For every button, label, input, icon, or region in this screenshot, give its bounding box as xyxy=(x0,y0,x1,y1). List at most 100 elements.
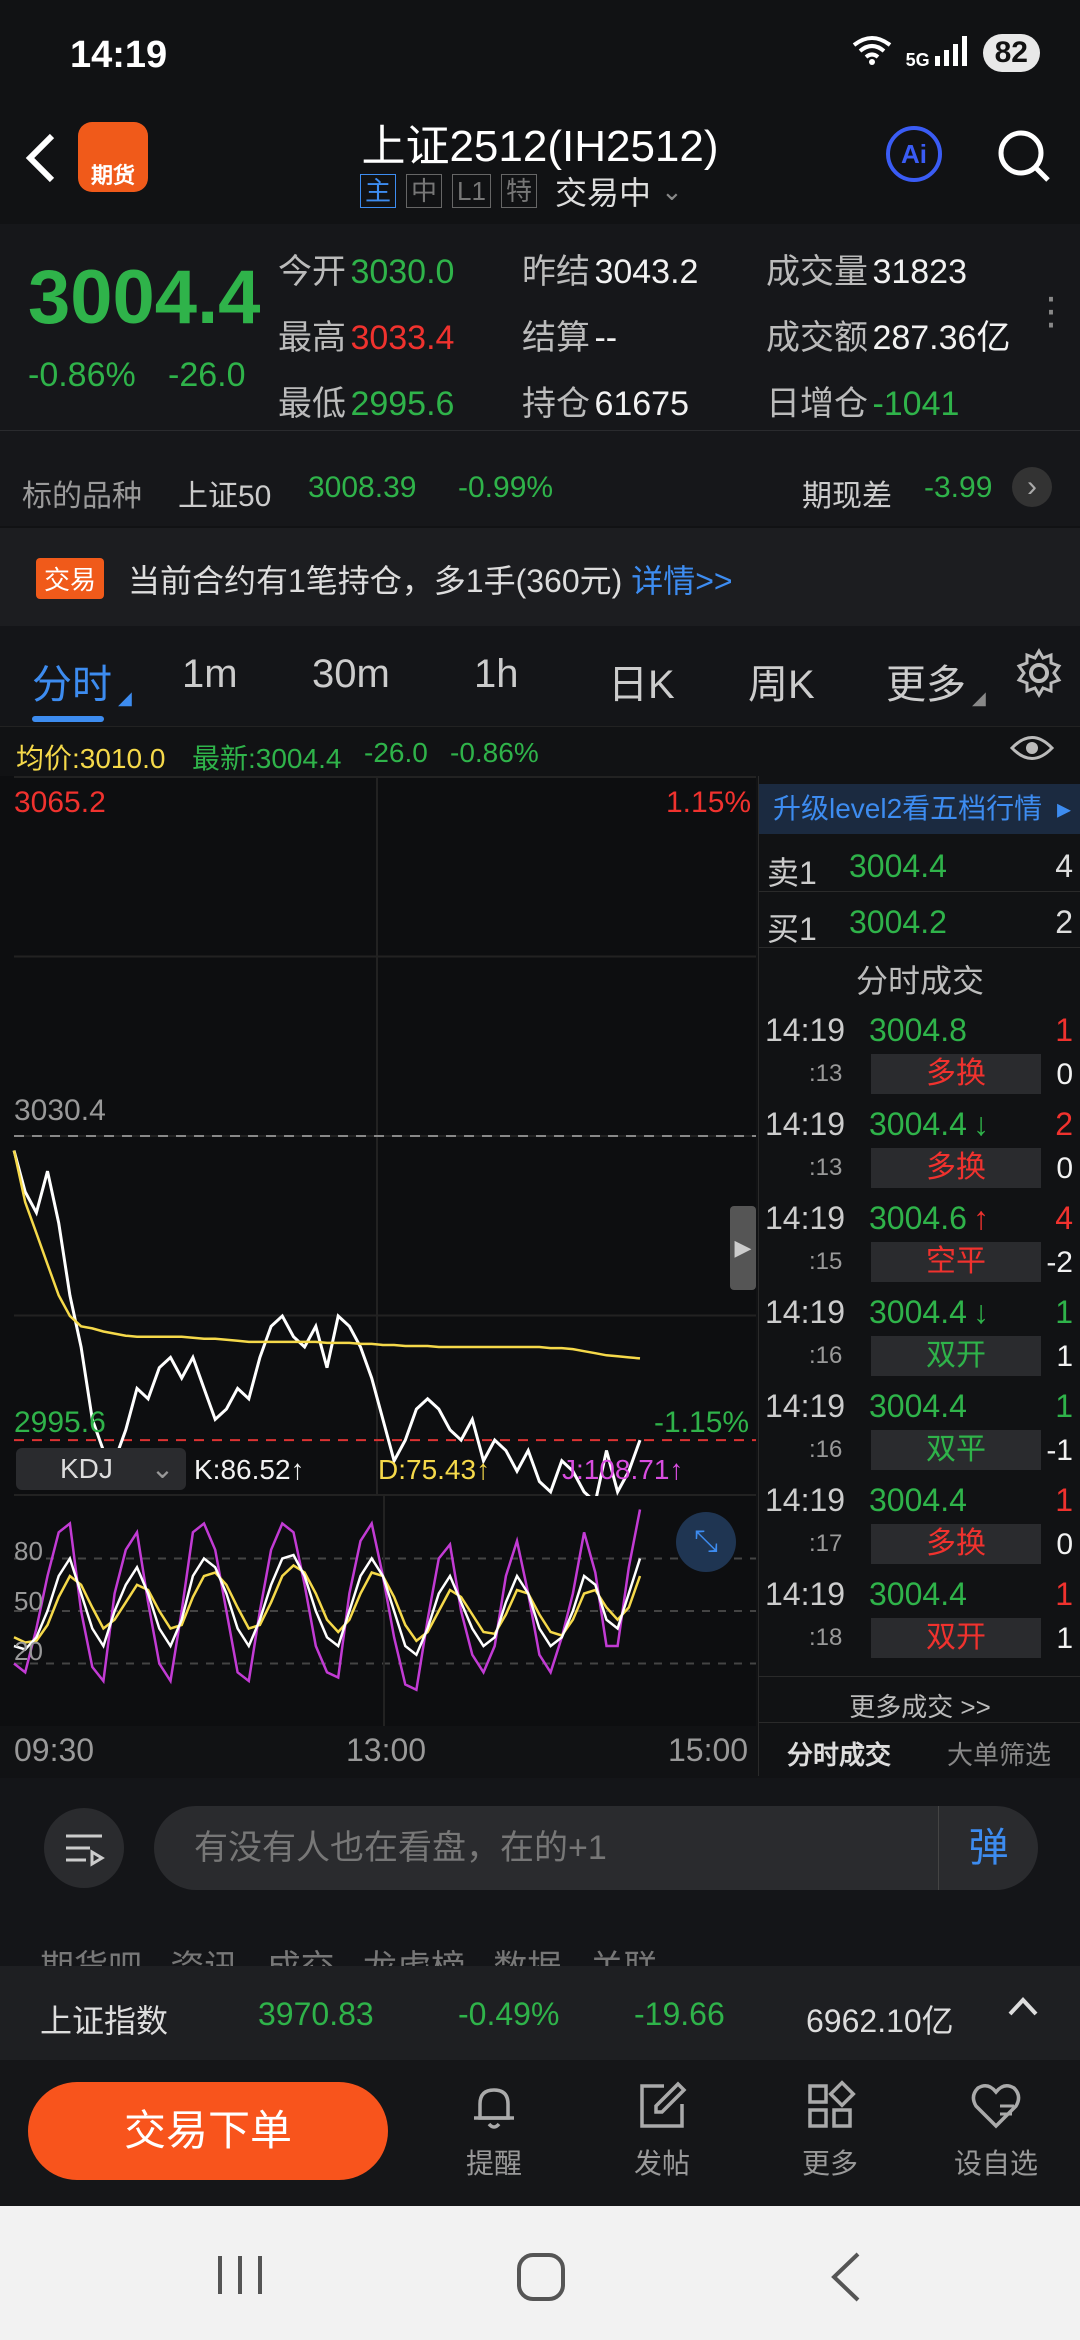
subtabs-peek: 期货吧 资讯 成交 龙虎榜 数据 关联 xyxy=(0,1918,1080,1966)
tick-seconds: :16 xyxy=(809,1342,843,1369)
post-button[interactable]: 发帖 xyxy=(602,2078,722,2182)
low-stat: 最低 2995.6 xyxy=(278,376,454,425)
tab-1h[interactable]: 1h xyxy=(474,652,519,697)
prev-settle-stat: 昨结 3043.2 xyxy=(522,244,698,293)
edit-icon xyxy=(640,2081,687,2128)
index-turnover: 6962.10亿 xyxy=(806,2003,954,2039)
ticks-tabs: 分时成交 大单筛选 xyxy=(759,1722,1080,1776)
kdj-level-80: 80 xyxy=(14,1536,43,1566)
panel-toggle-handle[interactable]: ▶ xyxy=(730,1206,756,1290)
home-icon xyxy=(517,2253,565,2301)
comment-input[interactable]: 有没有人也在看盘，在的+1 xyxy=(154,1806,1038,1890)
battery-indicator: 82 xyxy=(982,34,1040,72)
kdj-svg[interactable] xyxy=(0,1496,756,1726)
tick-row[interactable]: 14:19 3004.8 1:13 多换 0 xyxy=(759,1008,1080,1102)
more-dots-icon[interactable]: ⋮ xyxy=(1032,293,1070,331)
volume-stat: 成交量 31823 xyxy=(766,244,967,293)
kdj-level-50: 50 xyxy=(14,1586,43,1616)
tick-row[interactable]: 14:19 3004.6 ↑ 4:15 空平 -2 xyxy=(759,1196,1080,1290)
tag-l1: L1 xyxy=(452,174,491,208)
tick-oi-change: 1 xyxy=(1056,1622,1073,1655)
settings-button[interactable] xyxy=(1014,647,1064,699)
watchlist-label: 设自选 xyxy=(953,2148,1038,2179)
header: 上证2512(IH2512) 期货 主 中 L1 特 交易中 ⌄ Ai xyxy=(0,110,1080,220)
chevron-up-icon[interactable] xyxy=(1006,1990,1040,2032)
tick-seconds: :18 xyxy=(809,1624,843,1651)
prev-settle-label: 昨结 xyxy=(522,253,590,291)
tick-price: 3004.4 xyxy=(869,1106,967,1142)
tab-1m[interactable]: 1m xyxy=(182,652,238,697)
tick-type: 多换 xyxy=(871,1524,1041,1564)
indicator-select[interactable]: KDJ ⌄ xyxy=(16,1448,186,1490)
tick-row[interactable]: 14:19 3004.4 1:18 双开 1 xyxy=(759,1572,1080,1666)
trade-status[interactable]: 交易中 xyxy=(555,168,651,214)
tick-type: 双开 xyxy=(871,1336,1041,1376)
chevron-down-icon[interactable]: ⌄ xyxy=(661,176,683,207)
avg-price-row: 均价:3010.0 最新:3004.4 -26.0 -0.86% xyxy=(0,726,1080,776)
tick-time: 14:19 xyxy=(765,1012,846,1048)
tick-volume: 1 xyxy=(1055,1388,1073,1424)
subtabs-text[interactable]: 期货吧 资讯 成交 龙虎榜 数据 关联 xyxy=(40,1940,658,1966)
tab-intraday[interactable]: 分时 xyxy=(32,652,112,710)
tick-volume: 1 xyxy=(1055,1576,1073,1612)
home-button[interactable] xyxy=(514,2250,568,2309)
back-button[interactable] xyxy=(20,128,80,198)
position-summary: 当前合约有1笔持仓，多1手(360元) xyxy=(128,563,623,599)
level2-banner[interactable]: 升级level2看五档行情 ▸ xyxy=(759,784,1080,834)
post-label: 发帖 xyxy=(633,2148,690,2179)
tab-weekly-k[interactable]: 周K xyxy=(748,652,815,710)
more-button[interactable]: 更多 xyxy=(770,2078,890,2182)
index-pct: -0.49% xyxy=(458,1996,560,2032)
latest-pct: -0.86% xyxy=(450,737,539,768)
heart-icon xyxy=(971,2084,1021,2129)
tick-price: 3004.6 xyxy=(869,1200,967,1236)
oi-change-label: 日增仓 xyxy=(766,385,868,423)
ask-1-row[interactable]: 卖1 3004.4 4 xyxy=(759,838,1080,892)
index-bar[interactable]: 上证指数 3970.83 -0.49% -19.66 6962.10亿 xyxy=(0,1966,1080,2060)
tick-row[interactable]: 14:19 3004.4 1:16 双平 -1 xyxy=(759,1384,1080,1478)
volume-value: 31823 xyxy=(872,253,967,291)
tab-daily-k[interactable]: 日K xyxy=(608,652,675,710)
eye-icon[interactable] xyxy=(1009,733,1055,770)
more-ticks-link[interactable]: 更多成交 >> xyxy=(759,1676,1080,1726)
settle-label: 结算 xyxy=(522,319,590,357)
tick-row[interactable]: 14:19 3004.4 ↓ 1:16 双开 1 xyxy=(759,1290,1080,1384)
position-bar[interactable]: 交易 当前合约有1笔持仓，多1手(360元) 详情>> xyxy=(0,528,1080,626)
tab-ticks[interactable]: 分时成交 xyxy=(759,1735,919,1772)
oi-label: 持仓 xyxy=(522,385,590,423)
indicator-select-value: KDJ xyxy=(60,1453,113,1484)
place-order-button[interactable]: 交易下单 xyxy=(28,2082,388,2180)
tag-main: 主 xyxy=(360,174,397,208)
chart-svg[interactable] xyxy=(0,776,756,1506)
chevron-right-icon[interactable]: › xyxy=(1012,467,1052,507)
remind-button[interactable]: 提醒 xyxy=(434,2078,554,2182)
kdj-chart[interactable]: 80 50 20 ⤡ xyxy=(0,1496,756,1726)
bid-1-label: 买1 xyxy=(767,911,817,947)
low-value: 2995.6 xyxy=(350,385,455,423)
tick-oi-change: 0 xyxy=(1056,1058,1073,1091)
title-tags: 主 中 L1 特 交易中 ⌄ xyxy=(360,168,683,214)
search-button[interactable] xyxy=(996,128,1052,184)
danmu-toggle-button[interactable]: 弹 xyxy=(938,1806,1038,1890)
intraday-chart[interactable]: 3065.2 1.15% 3030.4 2995.6 -1.15% ▶ xyxy=(0,776,756,1506)
grid-icon xyxy=(808,2080,856,2128)
tick-row[interactable]: 14:19 3004.4 ↓ 2:13 多换 0 xyxy=(759,1102,1080,1196)
system-back-button[interactable] xyxy=(826,2250,866,2309)
position-detail-link[interactable]: 详情>> xyxy=(631,563,732,599)
chevron-down-icon: ⌄ xyxy=(150,1453,175,1484)
tab-more[interactable]: 更多 xyxy=(886,652,966,710)
tick-time: 14:19 xyxy=(765,1388,846,1424)
ai-button[interactable]: Ai xyxy=(886,126,942,182)
remind-label: 提醒 xyxy=(465,2148,522,2179)
tick-row[interactable]: 14:19 3004.4 1:17 多换 0 xyxy=(759,1478,1080,1572)
watchlist-button[interactable]: 设自选 xyxy=(936,2078,1056,2182)
tab-large-orders[interactable]: 大单筛选 xyxy=(919,1735,1079,1772)
bid-1-row[interactable]: 买1 3004.2 2 xyxy=(759,894,1080,948)
tab-30m[interactable]: 30m xyxy=(312,652,390,697)
oi-stat: 持仓 61675 xyxy=(522,376,689,425)
position-text: 当前合约有1笔持仓，多1手(360元) 详情>> xyxy=(128,556,733,602)
list-button[interactable] xyxy=(44,1808,124,1888)
recent-apps-button[interactable] xyxy=(210,2250,270,2305)
underlying-row[interactable]: 标的品种 上证50 3008.39 -0.99% 期现差 -3.99 › xyxy=(0,430,1080,526)
expand-icon[interactable]: ⤡ xyxy=(676,1512,736,1572)
